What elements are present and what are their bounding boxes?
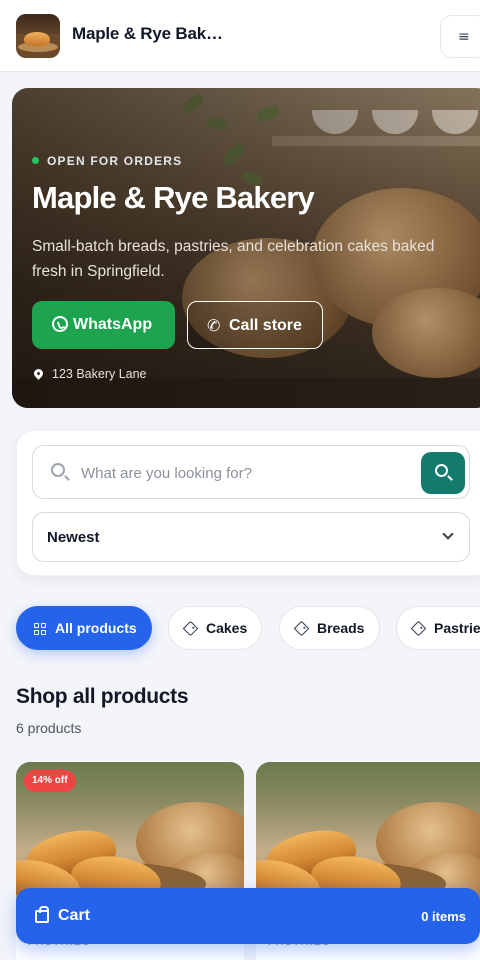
- hero-description: Small-batch breads, pastries, and celebr…: [32, 238, 435, 280]
- shopping-bag-icon: [35, 906, 49, 923]
- search-icon: [51, 463, 65, 477]
- open-status: OPEN FOR ORDERS: [32, 154, 182, 168]
- category-chip-cakes[interactable]: Cakes: [168, 606, 262, 650]
- product-count: 6 products: [16, 720, 82, 736]
- hero-banner: OPEN FOR ORDERS Maple & Rye Bakery Small…: [12, 88, 480, 408]
- phone-icon: ✆: [205, 314, 222, 337]
- call-store-label: Call store: [229, 317, 302, 334]
- sort-select[interactable]: Newest: [32, 512, 470, 562]
- category-chip-label: Pastries: [434, 620, 480, 636]
- store-logo[interactable]: [16, 14, 60, 58]
- store-name: Maple & Rye Bak…: [72, 24, 223, 43]
- app-header: Maple & Rye Bak… ≡: [0, 0, 480, 72]
- address-text: 123 Bakery Lane: [52, 367, 147, 381]
- map-pin-icon: [32, 367, 45, 380]
- search-filter-card: Newest: [16, 430, 480, 576]
- tag-icon: [410, 620, 427, 637]
- cart-button[interactable]: Cart 0 items: [16, 888, 480, 944]
- category-chip-pastries[interactable]: Pastries: [396, 606, 480, 650]
- call-store-button[interactable]: ✆ Call store: [187, 301, 323, 349]
- search-icon: [435, 464, 448, 477]
- hero-title: Maple & Rye Bakery: [32, 180, 315, 215]
- search-box: [32, 445, 470, 499]
- grid-icon: [34, 623, 46, 635]
- store-address[interactable]: 123 Bakery Lane: [32, 367, 147, 381]
- cart-item-count: 0 items: [421, 909, 466, 924]
- logo-croissant: [24, 32, 50, 46]
- category-chip-breads[interactable]: Breads: [279, 606, 380, 650]
- whatsapp-label: WhatsApp: [73, 316, 153, 333]
- chevron-down-icon: [442, 528, 454, 540]
- status-dot-icon: [32, 157, 39, 164]
- category-chip-all-products[interactable]: All products: [16, 606, 152, 650]
- discount-badge: 14% off: [24, 770, 76, 792]
- category-chip-label: Breads: [317, 620, 365, 636]
- search-input[interactable]: [81, 461, 411, 485]
- hamburger-menu-icon: ≡: [458, 29, 470, 45]
- cart-label: Cart: [58, 907, 91, 924]
- status-text: OPEN FOR ORDERS: [47, 154, 183, 168]
- search-button[interactable]: [421, 452, 465, 494]
- tag-icon: [293, 620, 310, 637]
- section-title: Shop all products: [16, 685, 189, 708]
- category-chip-label: All products: [55, 620, 137, 636]
- logo-background: [16, 14, 60, 34]
- category-chip-label: Cakes: [206, 620, 248, 636]
- tag-icon: [182, 620, 199, 637]
- menu-button[interactable]: ≡: [440, 15, 480, 58]
- sort-value: Newest: [47, 529, 100, 546]
- whatsapp-button[interactable]: WhatsApp: [32, 301, 175, 349]
- whatsapp-icon: [52, 316, 68, 332]
